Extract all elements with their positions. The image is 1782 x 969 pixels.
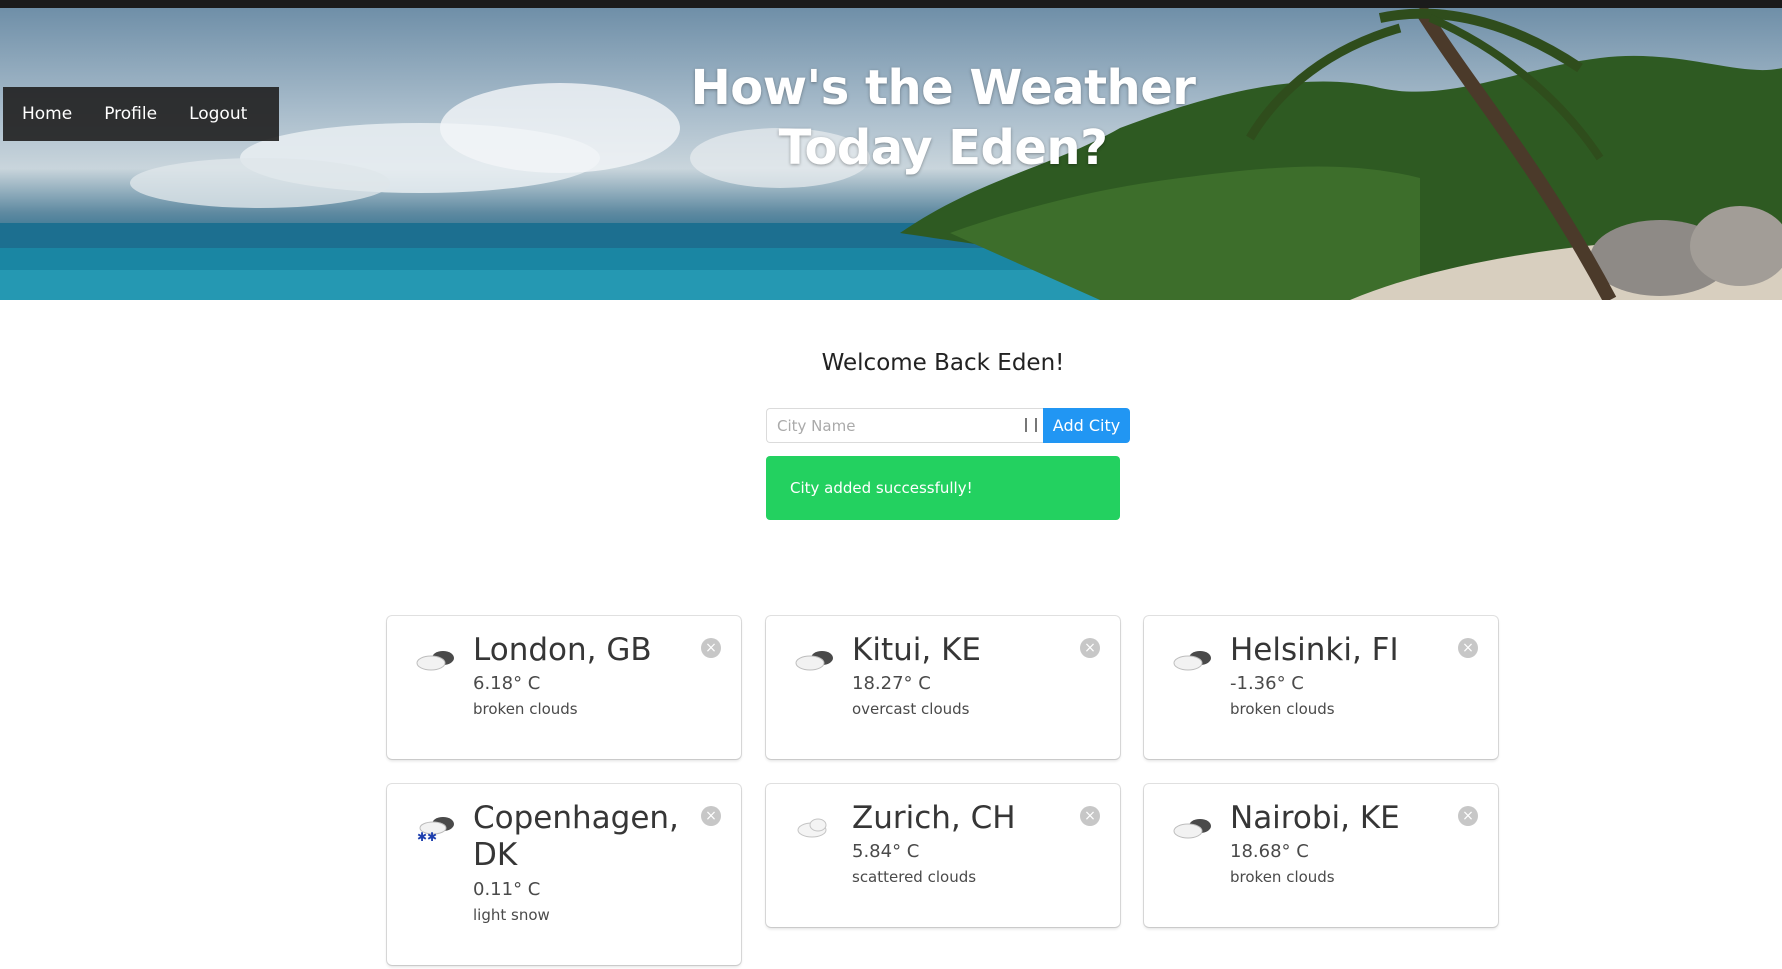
page-title-line1: How's the Weather [690, 60, 1196, 116]
remove-city-button[interactable]: × [1458, 806, 1478, 826]
city-temperature: 18.68° C [1230, 841, 1309, 862]
broken-clouds-icon [416, 651, 454, 671]
city-card: Kitui, KE 18.27° C overcast clouds × [766, 616, 1120, 759]
city-name: Nairobi, KE [1230, 800, 1400, 836]
remove-city-button[interactable]: × [1080, 806, 1100, 826]
page-title-line2: Today Eden? [778, 120, 1108, 176]
city-temperature: 6.18° C [473, 673, 541, 694]
city-temperature: 18.27° C [852, 673, 931, 694]
add-city-form: Add City [766, 408, 1130, 443]
remove-city-button[interactable]: × [701, 806, 721, 826]
city-temperature: -1.36° C [1230, 673, 1304, 694]
nav-logout-link[interactable]: Logout [173, 87, 263, 141]
city-name-input[interactable] [766, 408, 1043, 443]
city-name: Zurich, CH [852, 800, 1016, 836]
city-name: Copenhagen, DK [473, 800, 679, 873]
add-city-button[interactable]: Add City [1043, 408, 1130, 443]
city-description: scattered clouds [852, 868, 977, 886]
window-top-bar [0, 0, 1782, 8]
success-notification: City added successfully! [766, 456, 1120, 520]
page-title: How's the Weather Today Eden? [643, 58, 1243, 178]
snow-icon: ✱✱ [417, 817, 454, 842]
input-extension-icon[interactable] [1025, 418, 1037, 432]
scattered-clouds-icon [797, 818, 827, 838]
city-description: light snow [473, 906, 550, 924]
nav-profile-link[interactable]: Profile [88, 87, 173, 141]
svg-text:✱✱: ✱✱ [417, 830, 437, 842]
welcome-heading: Welcome Back Eden! [821, 350, 1065, 376]
city-card: Helsinki, FI -1.36° C broken clouds × [1144, 616, 1498, 759]
nav-home-link[interactable]: Home [19, 87, 88, 141]
city-temperature: 0.11° C [473, 879, 541, 900]
city-card: Zurich, CH 5.84° C scattered clouds × [766, 784, 1120, 927]
remove-city-button[interactable]: × [1458, 638, 1478, 658]
remove-city-button[interactable]: × [1080, 638, 1100, 658]
city-card: Nairobi, KE 18.68° C broken clouds × [1144, 784, 1498, 927]
main-nav: Home Profile Logout [3, 87, 280, 141]
city-description: broken clouds [1230, 868, 1335, 886]
city-description: broken clouds [473, 700, 578, 718]
city-name: Helsinki, FI [1230, 632, 1399, 668]
hero-banner: Home Profile Logout How's the Weather To… [0, 8, 1782, 300]
broken-clouds-icon [1173, 651, 1211, 671]
city-description: broken clouds [1230, 700, 1335, 718]
city-card: ✱✱ Copenhagen, DK 0.11° C light snow × [387, 784, 741, 965]
broken-clouds-icon [1173, 819, 1211, 839]
city-description: overcast clouds [852, 700, 970, 718]
city-card: London, GB 6.18° C broken clouds × [387, 616, 741, 759]
city-name: Kitui, KE [852, 632, 981, 668]
city-temperature: 5.84° C [852, 841, 920, 862]
city-input-wrapper [766, 408, 1043, 443]
city-name: London, GB [473, 632, 652, 668]
overcast-clouds-icon [795, 651, 833, 671]
remove-city-button[interactable]: × [701, 638, 721, 658]
